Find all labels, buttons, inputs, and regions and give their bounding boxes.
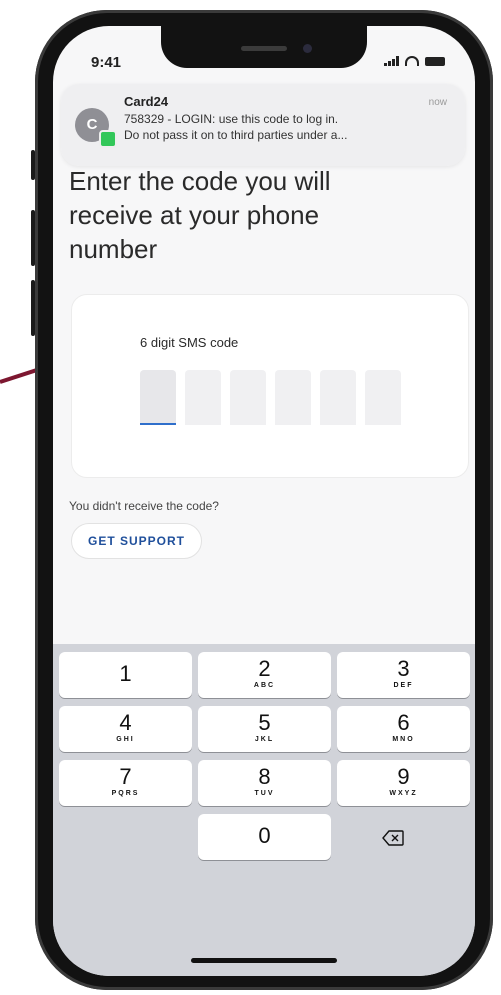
backspace-icon[interactable] [382,830,404,846]
key-5[interactable]: 5 JKL [198,706,331,752]
front-camera [303,44,312,53]
notification-time: now [428,97,447,108]
key-6[interactable]: 6 MNO [337,706,470,752]
phone-screen: 9:41 C Card24 now 758329 - LOGIN: use th… [53,26,475,976]
key-letters: MNO [392,736,415,743]
key-3[interactable]: 3 DEF [337,652,470,698]
key-digit: 9 [397,764,410,789]
key-digit: 6 [397,710,410,735]
code-digit-4[interactable] [275,370,311,425]
key-digit: 4 [119,710,132,735]
speaker [241,46,287,51]
code-input-group [140,370,401,425]
code-digit-6[interactable] [365,370,401,425]
key-0[interactable]: 0 [198,814,331,860]
key-digit: 3 [397,656,410,681]
key-digit: 8 [258,764,271,789]
key-letters: PQRS [111,790,140,797]
code-label: 6 digit SMS code [140,335,239,350]
signal-icon [384,56,399,66]
key-digit: 0 [258,823,271,848]
key-8[interactable]: 8 TUV [198,760,331,806]
key-letters: JKL [254,736,275,743]
key-7[interactable]: 7 PQRS [59,760,192,806]
status-time: 9:41 [91,54,122,71]
key-letters: TUV [254,790,275,797]
notification-line-1: 758329 - LOGIN: use this code to log in. [124,112,339,126]
notch [161,26,367,68]
key-letters: WXYZ [389,790,418,797]
key-4[interactable]: 4 GHI [59,706,192,752]
page-title: Enter the code you will receive at your … [69,166,331,264]
key-letters: DEF [393,682,414,689]
code-digit-2[interactable] [185,370,221,425]
code-digit-5[interactable] [320,370,356,425]
phone-mockup: 9:41 C Card24 now 758329 - LOGIN: use th… [31,0,501,995]
notification-line-2: Do not pass it on to third parties under… [124,128,348,142]
code-digit-3[interactable] [230,370,266,425]
notification-app-name: Card24 [124,94,169,109]
battery-icon [425,56,445,66]
home-indicator[interactable] [191,958,337,963]
key-digit: 1 [119,661,132,686]
key-1[interactable]: 1 [59,652,192,698]
numeric-keypad: 1 2 ABC 3 DEF 4 GHI 5 JKL 6 MNO 7 PQRS 8… [53,644,475,976]
messages-app-icon [99,130,117,148]
key-digit: 5 [258,710,271,735]
wifi-icon [405,56,419,66]
key-letters: GHI [116,736,135,743]
key-digit: 2 [258,656,271,681]
key-9[interactable]: 9 WXYZ [337,760,470,806]
status-icons [384,56,445,66]
code-card: 6 digit SMS code [71,294,469,478]
key-letters: ABC [253,682,276,689]
key-2[interactable]: 2 ABC [198,652,331,698]
get-support-button[interactable]: GET SUPPORT [71,523,203,559]
no-code-text: You didn't receive the code? [69,499,219,513]
key-digit: 7 [119,764,132,789]
sms-notification[interactable]: C Card24 now 758329 - LOGIN: use this co… [61,84,465,166]
code-digit-1[interactable] [140,370,176,425]
